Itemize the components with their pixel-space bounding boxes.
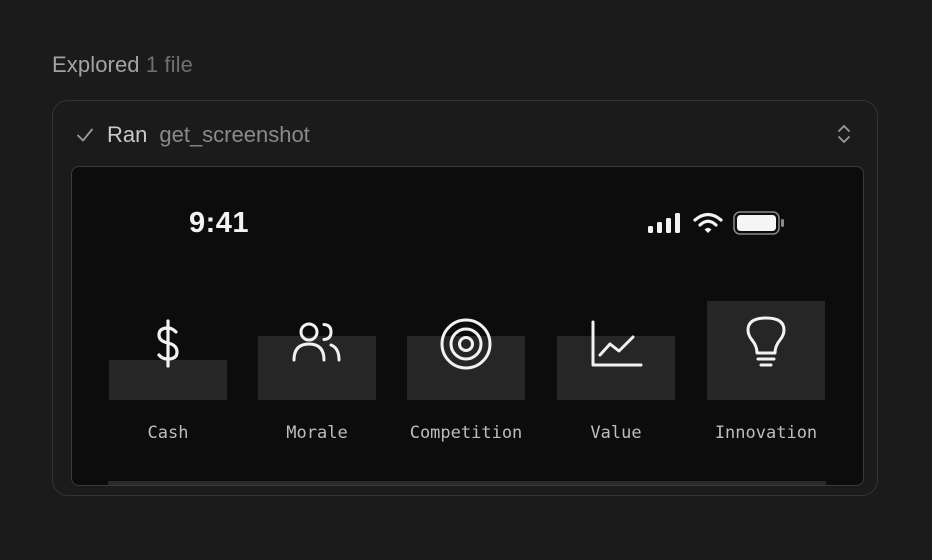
explored-count: 1 file xyxy=(145,52,193,77)
users-icon xyxy=(292,322,341,362)
target-icon xyxy=(440,318,492,370)
stat-label-innovation: Innovation xyxy=(714,423,818,443)
tool-call-name: get_screenshot xyxy=(159,122,310,147)
lightbulb-icon xyxy=(746,316,786,367)
stats-row: Cash Morale Competition Value Innovation xyxy=(72,167,863,485)
bottom-divider xyxy=(108,481,826,485)
check-icon xyxy=(77,128,93,142)
stat-label-competition: Competition xyxy=(409,423,523,443)
dollar-icon xyxy=(157,319,179,368)
tool-call-status: Ran xyxy=(107,122,148,147)
stat-label-value: Value xyxy=(590,423,642,443)
screenshot-preview: 9:41 Cash Morale Competition Value Innovatio… xyxy=(71,166,864,486)
line-chart-icon xyxy=(591,320,643,367)
expand-collapse-icon[interactable] xyxy=(835,123,853,145)
tool-call-card: Ran get_screenshot 9:41 Cash Morale Comp… xyxy=(52,100,878,496)
explored-summary: Explored 1 file xyxy=(52,52,193,78)
tool-call-header[interactable]: Ran get_screenshot xyxy=(75,121,310,149)
stat-label-morale: Morale xyxy=(286,423,348,443)
stat-label-cash: Cash xyxy=(147,423,189,443)
explored-label: Explored xyxy=(52,52,140,77)
